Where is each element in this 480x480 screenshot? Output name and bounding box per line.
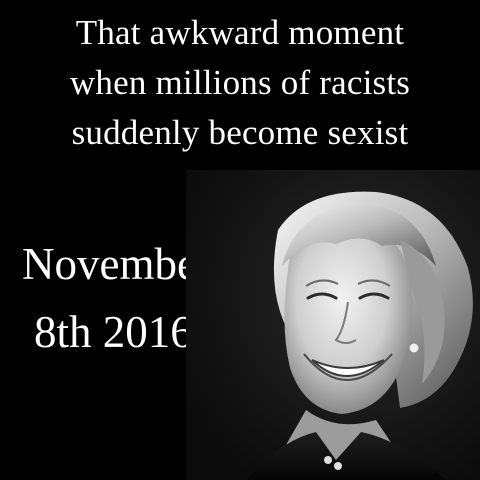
headline-line-2: when millions of racists (69, 63, 411, 102)
headline-line-1: That awkward moment (75, 13, 405, 52)
portrait-photo (186, 170, 480, 480)
headline-line-3: suddenly become sexist (71, 113, 409, 152)
date-line-2: 8th 2016 (34, 307, 193, 357)
date-line-1: November (22, 239, 212, 289)
meme-headline: That awkward moment when millions of rac… (0, 8, 480, 158)
meme-image: That awkward moment when millions of rac… (0, 0, 480, 480)
meme-date: November 8th 2016 (22, 230, 212, 366)
